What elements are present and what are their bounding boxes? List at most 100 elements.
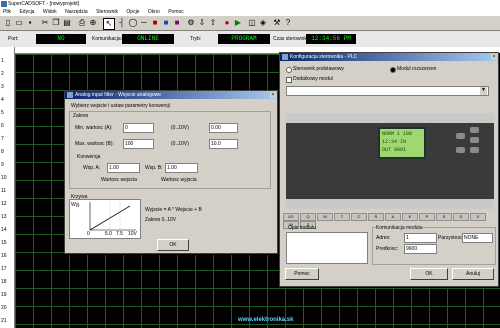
- extra-module-label: Dodatkowy modul: [293, 76, 333, 82]
- menu-options[interactable]: Opcje: [126, 8, 139, 16]
- tab-k[interactable]: K: [402, 213, 418, 221]
- base-unit-radio[interactable]: [286, 67, 292, 73]
- base-unit-label: Sterownik podstawowy: [293, 66, 344, 72]
- extra-module-checkbox[interactable]: [286, 77, 292, 83]
- plc-key-ok[interactable]: [456, 147, 465, 153]
- parity-field[interactable]: NONE: [462, 233, 493, 243]
- tab-t[interactable]: T: [334, 213, 350, 221]
- tab-q[interactable]: Q: [300, 213, 316, 221]
- tab-p[interactable]: P: [419, 213, 435, 221]
- row-number: 2: [1, 71, 4, 77]
- max-unit-field[interactable]: 10.0: [209, 139, 238, 149]
- monitor-icon[interactable]: ◫: [247, 18, 257, 28]
- tab-s[interactable]: S: [436, 213, 452, 221]
- tab-r[interactable]: R: [368, 213, 384, 221]
- menu-view[interactable]: Widok: [43, 8, 57, 16]
- row-number: 15: [1, 240, 7, 246]
- run-icon[interactable]: ▶: [233, 18, 243, 28]
- max-unit-label: (0..10V): [171, 141, 189, 147]
- block-tool-icon[interactable]: ■: [150, 18, 160, 28]
- graph-x-tick: 5.0: [105, 231, 112, 237]
- menu-file[interactable]: Plik: [3, 8, 11, 16]
- coil-tool-icon[interactable]: ◯: [128, 18, 138, 28]
- paste-icon[interactable]: ▤: [62, 18, 72, 28]
- app-icon: [1, 1, 7, 7]
- copy-icon[interactable]: ❐: [51, 18, 61, 28]
- timer-tool-icon[interactable]: ■: [172, 18, 182, 28]
- compile-icon[interactable]: ⚙: [186, 18, 196, 28]
- min-unit-field[interactable]: 0.00: [209, 123, 238, 133]
- expansion-radio[interactable]: [390, 67, 396, 73]
- lcd-line-1: NORM 1 100: [382, 131, 413, 137]
- analog-filter-dialog: Analog input filter - Wejscie analogowe …: [64, 90, 278, 254]
- port-value: NO: [36, 34, 86, 44]
- max-value-field[interactable]: 100: [123, 139, 154, 149]
- cancel-button[interactable]: Anuluj: [452, 268, 494, 280]
- new-file-icon[interactable]: ▯: [3, 18, 13, 28]
- coef-b-field[interactable]: 1.00: [165, 163, 198, 173]
- chevron-down-icon[interactable]: ▼: [480, 87, 487, 95]
- help-icon[interactable]: ?: [283, 18, 293, 28]
- parity-label: Parzystosc:: [438, 235, 464, 241]
- analog-ok-button[interactable]: OK: [157, 239, 189, 251]
- module-select[interactable]: [286, 86, 489, 96]
- line-tool-icon[interactable]: ─: [139, 18, 149, 28]
- toolbar: ▯ ▭ ▪ ✂ ❐ ▤ ⎙ ⊕ ↖ ┤ ◯ ─ ■ ■ ■ ⚙ ⇩ ⇧ ● ▶ …: [0, 16, 500, 31]
- close-icon[interactable]: ×: [270, 92, 276, 98]
- settings-icon[interactable]: ⚒: [272, 18, 282, 28]
- plc-key-esc[interactable]: [456, 133, 465, 139]
- stop-icon[interactable]: ●: [222, 18, 232, 28]
- comm-label: Komunikacja modulu: [376, 225, 423, 231]
- cut-icon[interactable]: ✂: [40, 18, 50, 28]
- tab-x[interactable]: X: [470, 213, 486, 221]
- row-number: 7: [1, 136, 4, 142]
- watermark-text: www.elektronika.sk: [238, 317, 294, 323]
- plc-device-image: NORM 1 100 12:34 IN OUT 0001: [286, 113, 494, 209]
- tab-m[interactable]: M: [317, 213, 333, 221]
- plc-key-up[interactable]: [470, 127, 479, 133]
- min-value-field[interactable]: 0: [123, 123, 154, 133]
- pointer-tool-icon[interactable]: ↖: [103, 18, 115, 30]
- transfer-curve-graph: Wyj. 0 5.0 7.5 10V: [69, 199, 141, 239]
- zoom-icon[interactable]: ⊕: [88, 18, 98, 28]
- row-number: 10: [1, 175, 7, 181]
- save-icon[interactable]: ▪: [25, 18, 35, 28]
- download-icon[interactable]: ⇩: [197, 18, 207, 28]
- plc-key-down[interactable]: [470, 147, 479, 153]
- baud-field[interactable]: 9600: [404, 244, 437, 254]
- row-number: 18: [1, 279, 7, 285]
- simulate-icon[interactable]: ◈: [258, 18, 268, 28]
- comment-textarea[interactable]: [286, 232, 368, 264]
- dialog-icon: [67, 92, 73, 98]
- row-number: 21: [1, 318, 7, 324]
- print-icon[interactable]: ⎙: [77, 18, 87, 28]
- plc-config-dialog: Konfiguracja sterownika - PLC × Sterowni…: [279, 52, 499, 287]
- range-label: Zakres: [73, 113, 89, 119]
- close-icon[interactable]: ×: [491, 54, 497, 60]
- help-button[interactable]: Pomoc: [285, 268, 319, 280]
- menu-controller[interactable]: Sterownik: [96, 8, 118, 16]
- menu-help[interactable]: Pomoc: [168, 8, 184, 16]
- coef-b-label: Wsp. B:: [145, 165, 163, 171]
- tab-c[interactable]: C: [351, 213, 367, 221]
- contact-tool-icon[interactable]: ┤: [117, 18, 127, 28]
- menu-edit[interactable]: Edycja: [19, 8, 34, 16]
- app-title: SuperCADSOFT - [nowyprojekt]: [8, 1, 80, 7]
- coef-a-field[interactable]: 1.00: [107, 163, 140, 173]
- menu-window[interactable]: Okno: [148, 8, 160, 16]
- tab-io[interactable]: I/O: [283, 213, 299, 221]
- min-unit-label: (0..10V): [171, 125, 189, 131]
- plc-key-select[interactable]: [470, 137, 479, 143]
- menu-tools[interactable]: Narzędzia: [65, 8, 88, 16]
- tab-a[interactable]: A: [385, 213, 401, 221]
- tab-d[interactable]: D: [453, 213, 469, 221]
- comment-label: Opis modulu: [288, 225, 317, 231]
- upload-icon[interactable]: ⇧: [208, 18, 218, 28]
- input-value-note: Wartosc wejscia: [101, 177, 137, 183]
- graph-y-label: Wyj.: [71, 202, 81, 208]
- plc-ok-button[interactable]: OK: [410, 268, 448, 280]
- function-tool-icon[interactable]: ■: [161, 18, 171, 28]
- address-field[interactable]: 1: [404, 233, 437, 243]
- open-folder-icon[interactable]: ▭: [14, 18, 24, 28]
- row-number: 4: [1, 97, 4, 103]
